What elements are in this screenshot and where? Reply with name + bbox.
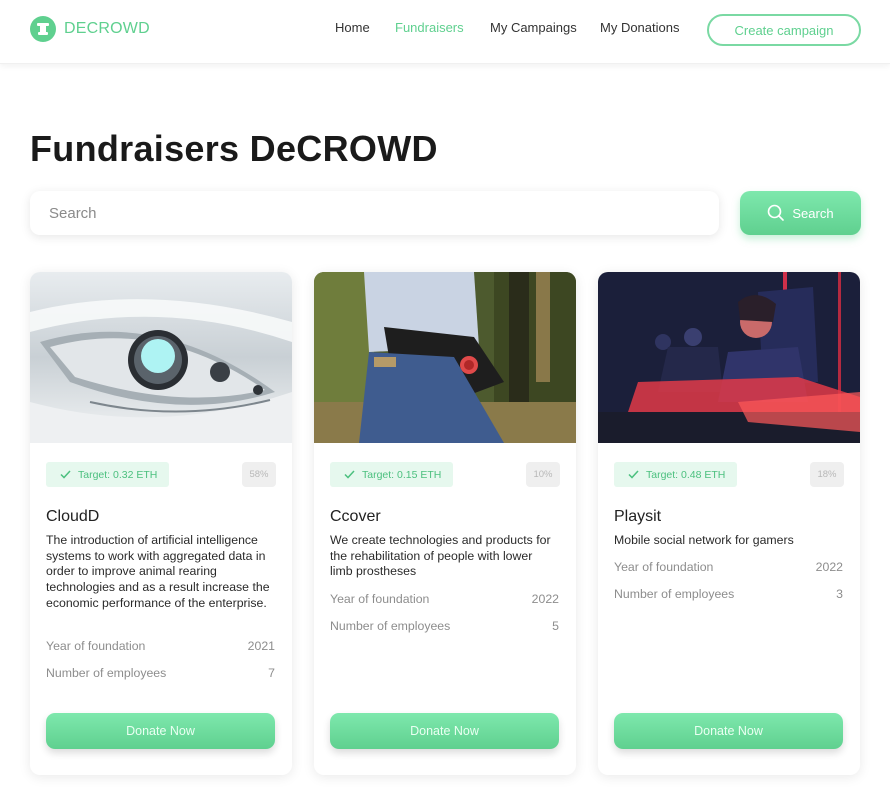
fundraiser-card: Target: 0.32 ETH 58% CloudD The introduc… [30, 272, 292, 775]
stat-year-of-foundation: Year of foundation 2022 [614, 560, 843, 574]
logo[interactable]: DECROWD [30, 16, 150, 42]
stat-year-of-foundation: Year of foundation 2022 [330, 592, 559, 606]
donate-now-button[interactable]: Donate Now [614, 713, 843, 749]
search-icon [768, 204, 785, 221]
logo-text: DECROWD [64, 20, 150, 37]
check-icon [344, 470, 355, 479]
stat-value: 3 [836, 587, 843, 601]
stat-label: Year of foundation [614, 560, 714, 574]
progress-badge: 10% [526, 462, 560, 487]
search-button[interactable]: Search [740, 191, 861, 235]
target-amount: Target: 0.48 ETH [646, 468, 726, 481]
card-title: Ccover [330, 508, 381, 525]
stat-year-of-foundation: Year of foundation 2021 [46, 639, 275, 653]
target-badge: Target: 0.15 ETH [330, 462, 454, 487]
logo-icon [30, 16, 56, 42]
stat-label: Number of employees [614, 587, 735, 601]
page-title: Fundraisers DeCROWD [30, 128, 438, 169]
check-icon [628, 470, 639, 479]
prosthesis-person-image [314, 272, 576, 443]
stat-label: Year of foundation [46, 639, 146, 653]
search-field[interactable] [30, 191, 719, 235]
stat-label: Year of foundation [330, 592, 430, 606]
create-campaign-button[interactable]: Create campaign [707, 14, 861, 46]
progress-badge: 58% [242, 462, 276, 487]
gamers-image [598, 272, 860, 443]
target-amount: Target: 0.32 ETH [78, 468, 158, 481]
stat-number-of-employees: Number of employees 5 [330, 619, 559, 633]
nav-my-donations[interactable]: My Donations [600, 20, 679, 35]
donate-now-button[interactable]: Donate Now [330, 713, 559, 749]
stat-number-of-employees: Number of employees 3 [614, 587, 843, 601]
robotic-eye-image [30, 272, 292, 443]
stat-label: Number of employees [46, 666, 167, 680]
donate-now-button[interactable]: Donate Now [46, 713, 275, 749]
top-navigation-bar: DECROWD Home Fundraisers My Campaings My… [0, 0, 890, 64]
progress-badge: 18% [810, 462, 844, 487]
target-badge: Target: 0.32 ETH [46, 462, 170, 487]
search-input[interactable] [49, 204, 719, 222]
target-amount: Target: 0.15 ETH [362, 468, 442, 481]
nav-my-campaigns[interactable]: My Campaings [490, 20, 577, 35]
check-icon [60, 470, 71, 479]
card-description: Mobile social network for gamers [614, 533, 794, 547]
stat-value: 7 [268, 666, 275, 680]
target-badge: Target: 0.48 ETH [614, 462, 738, 487]
nav-home[interactable]: Home [335, 20, 370, 35]
card-title: CloudD [46, 508, 100, 525]
card-description: The introduction of artificial intellige… [46, 533, 270, 610]
fundraiser-card: Target: 0.15 ETH 10% Ccover We create te… [314, 272, 576, 775]
stat-value: 5 [552, 619, 559, 633]
search-button-label: Search [792, 205, 834, 221]
stat-label: Number of employees [330, 619, 451, 633]
nav-fundraisers[interactable]: Fundraisers [395, 20, 464, 35]
card-title: Playsit [614, 508, 662, 525]
stat-number-of-employees: Number of employees 7 [46, 666, 275, 680]
card-description: We create technologies and products for … [330, 533, 551, 579]
stat-value: 2022 [531, 592, 559, 606]
stat-value: 2021 [247, 639, 275, 653]
stat-value: 2022 [815, 560, 843, 574]
fundraiser-card: Target: 0.48 ETH 18% Playsit Mobile soci… [598, 272, 860, 775]
